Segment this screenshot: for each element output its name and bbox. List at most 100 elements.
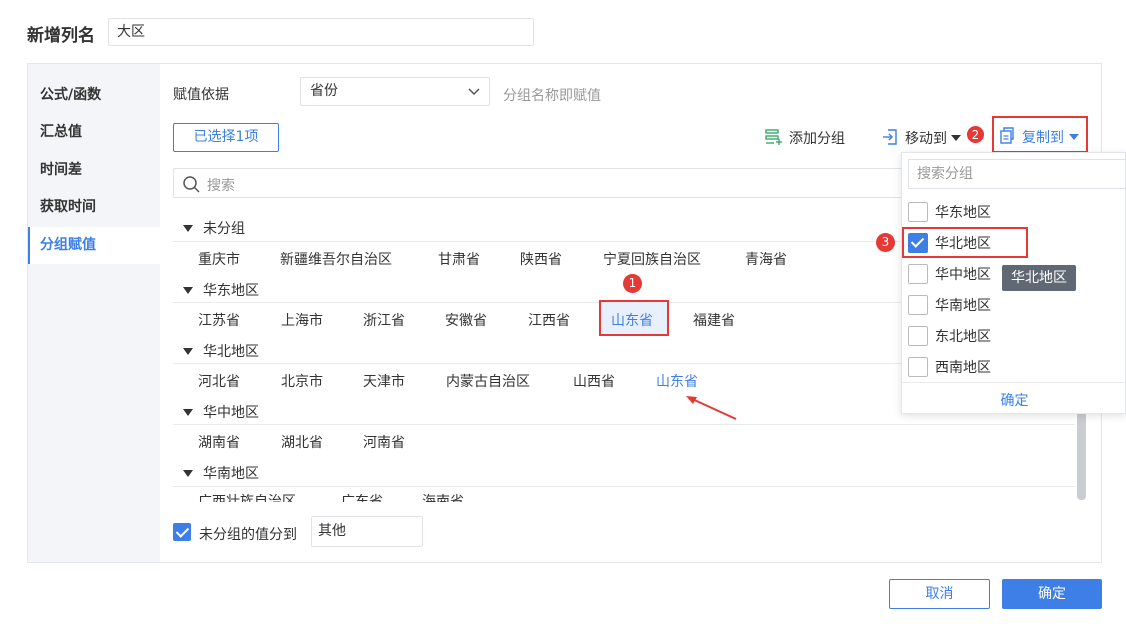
group-name: 华中地区 bbox=[203, 405, 259, 421]
ungrouped-label: 未分组的值分到 bbox=[199, 527, 297, 543]
copy-icon bbox=[1000, 127, 1014, 144]
sidebar-item-summary[interactable]: 汇总值 bbox=[28, 114, 160, 151]
scrollbar-thumb[interactable] bbox=[1077, 412, 1086, 500]
chevron-down-icon bbox=[468, 88, 480, 96]
add-group-button[interactable]: 添加分组 bbox=[765, 128, 845, 148]
caret-down-icon bbox=[183, 287, 193, 294]
move-to-icon bbox=[883, 129, 897, 145]
list-item[interactable]: 上海市 bbox=[281, 310, 323, 330]
list-item[interactable]: 山西省 bbox=[573, 371, 615, 391]
sidebar-item-formula[interactable]: 公式/函数 bbox=[28, 77, 160, 114]
option-label: 西南地区 bbox=[935, 360, 991, 376]
group-header-north[interactable]: 华北地区 bbox=[183, 341, 259, 361]
list-item[interactable]: 江苏省 bbox=[198, 310, 240, 330]
list-item[interactable]: 福建省 bbox=[693, 310, 735, 330]
list-item[interactable]: 河北省 bbox=[198, 371, 240, 391]
dropdown-confirm-button[interactable]: 确定 bbox=[902, 390, 1126, 410]
option-highlight bbox=[902, 227, 1028, 258]
list-item[interactable]: 北京市 bbox=[281, 371, 323, 391]
clipped-row: 广西壮族自治区 广东省 海南省 bbox=[160, 488, 1080, 502]
dropdown-option-southwest[interactable]: 西南地区 bbox=[908, 356, 1108, 378]
assign-basis-value: 省份 bbox=[310, 83, 338, 99]
sidebar-item-group-assign[interactable]: 分组赋值 bbox=[28, 227, 160, 264]
sidebar: 公式/函数 汇总值 时间差 获取时间 分组赋值 bbox=[28, 64, 160, 562]
selected-prefix: 已选择 bbox=[193, 129, 236, 145]
checkbox[interactable] bbox=[908, 202, 928, 222]
caret-down-icon bbox=[951, 135, 961, 141]
search-icon bbox=[183, 176, 200, 193]
assign-basis-label: 赋值依据 bbox=[173, 87, 229, 103]
list-item[interactable]: 甘肃省 bbox=[438, 249, 480, 269]
caret-down-icon bbox=[183, 348, 193, 355]
annotation-arrow-icon bbox=[686, 396, 737, 420]
sidebar-item-time-diff[interactable]: 时间差 bbox=[28, 152, 160, 189]
group-name: 未分组 bbox=[203, 221, 245, 237]
search-placeholder: 搜索 bbox=[207, 178, 235, 194]
copy-to-button[interactable]: 复制到 bbox=[998, 127, 1080, 147]
list-item[interactable]: 湖北省 bbox=[281, 432, 323, 452]
option-label: 华南地区 bbox=[935, 298, 991, 314]
list-item[interactable]: 河南省 bbox=[363, 432, 405, 452]
divider bbox=[173, 486, 1075, 487]
add-group-label: 添加分组 bbox=[789, 131, 845, 147]
list-item[interactable]: 新疆维吾尔自治区 bbox=[280, 249, 392, 269]
copy-to-label: 复制到 bbox=[1022, 130, 1064, 146]
caret-down-icon bbox=[183, 225, 193, 232]
sidebar-item-get-time[interactable]: 获取时间 bbox=[28, 189, 160, 226]
step-badge-3: 3 bbox=[876, 233, 895, 252]
list-item[interactable]: 海南省 bbox=[422, 491, 464, 502]
caret-down-icon bbox=[1069, 134, 1079, 140]
group-header-ungrouped[interactable]: 未分组 bbox=[183, 218, 245, 238]
assign-hint: 分组名称即赋值 bbox=[503, 88, 601, 104]
option-label: 华东地区 bbox=[935, 205, 991, 221]
list-item-selected[interactable]: 山东省 bbox=[611, 310, 653, 330]
list-item[interactable]: 广西壮族自治区 bbox=[198, 491, 296, 502]
group-header-central[interactable]: 华中地区 bbox=[183, 402, 259, 422]
group-header-east[interactable]: 华东地区 bbox=[183, 280, 259, 300]
list-item-copied[interactable]: 山东省 bbox=[656, 371, 698, 391]
move-to-button[interactable]: 移动到 bbox=[881, 128, 968, 148]
checkbox[interactable] bbox=[908, 326, 928, 346]
move-to-label: 移动到 bbox=[905, 131, 947, 147]
group-name: 华南地区 bbox=[203, 466, 259, 482]
group-name: 华东地区 bbox=[203, 283, 259, 299]
list-item[interactable]: 江西省 bbox=[528, 310, 570, 330]
list-item[interactable]: 内蒙古自治区 bbox=[446, 371, 530, 391]
group-search-field[interactable]: 搜索分组 bbox=[908, 159, 1126, 189]
dropdown-option-south[interactable]: 华南地区 bbox=[908, 294, 1108, 316]
divider bbox=[173, 424, 1075, 425]
list-item[interactable]: 浙江省 bbox=[363, 310, 405, 330]
checkbox[interactable] bbox=[908, 357, 928, 377]
ungrouped-value-input[interactable]: 其他 bbox=[311, 516, 423, 547]
confirm-button[interactable]: 确定 bbox=[1002, 579, 1102, 609]
tooltip: 华北地区 bbox=[1002, 265, 1076, 291]
column-name-input[interactable]: 大区 bbox=[108, 18, 534, 46]
step-badge-1: 1 bbox=[623, 274, 642, 293]
list-item[interactable]: 湖南省 bbox=[198, 432, 240, 452]
add-group-icon bbox=[765, 129, 782, 145]
list-item[interactable]: 安徽省 bbox=[445, 310, 487, 330]
list-item[interactable]: 天津市 bbox=[363, 371, 405, 391]
selected-suffix: 项 bbox=[244, 129, 259, 145]
option-label: 东北地区 bbox=[935, 329, 991, 345]
caret-down-icon bbox=[183, 409, 193, 416]
checkbox[interactable] bbox=[908, 264, 928, 284]
cancel-button[interactable]: 取消 bbox=[889, 579, 990, 609]
list-item[interactable]: 青海省 bbox=[745, 249, 787, 269]
dropdown-option-northeast[interactable]: 东北地区 bbox=[908, 325, 1108, 347]
divider bbox=[902, 382, 1126, 383]
group-search-input[interactable]: 搜索 bbox=[173, 168, 903, 198]
dropdown-option-east[interactable]: 华东地区 bbox=[908, 201, 1108, 223]
list-item[interactable]: 重庆市 bbox=[198, 249, 240, 269]
selected-count-button[interactable]: 已选择1项 bbox=[173, 123, 279, 152]
checkbox[interactable] bbox=[908, 295, 928, 315]
assign-basis-select[interactable]: 省份 bbox=[300, 77, 490, 106]
list-item[interactable]: 陕西省 bbox=[520, 249, 562, 269]
list-item[interactable]: 广东省 bbox=[341, 491, 383, 502]
list-item[interactable]: 宁夏回族自治区 bbox=[603, 249, 701, 269]
step-badge-2: 2 bbox=[966, 125, 985, 144]
ungrouped-checkbox[interactable] bbox=[173, 523, 191, 541]
column-name-label: 新增列名 bbox=[27, 26, 95, 46]
group-name: 华北地区 bbox=[203, 344, 259, 360]
group-header-south[interactable]: 华南地区 bbox=[183, 463, 259, 483]
